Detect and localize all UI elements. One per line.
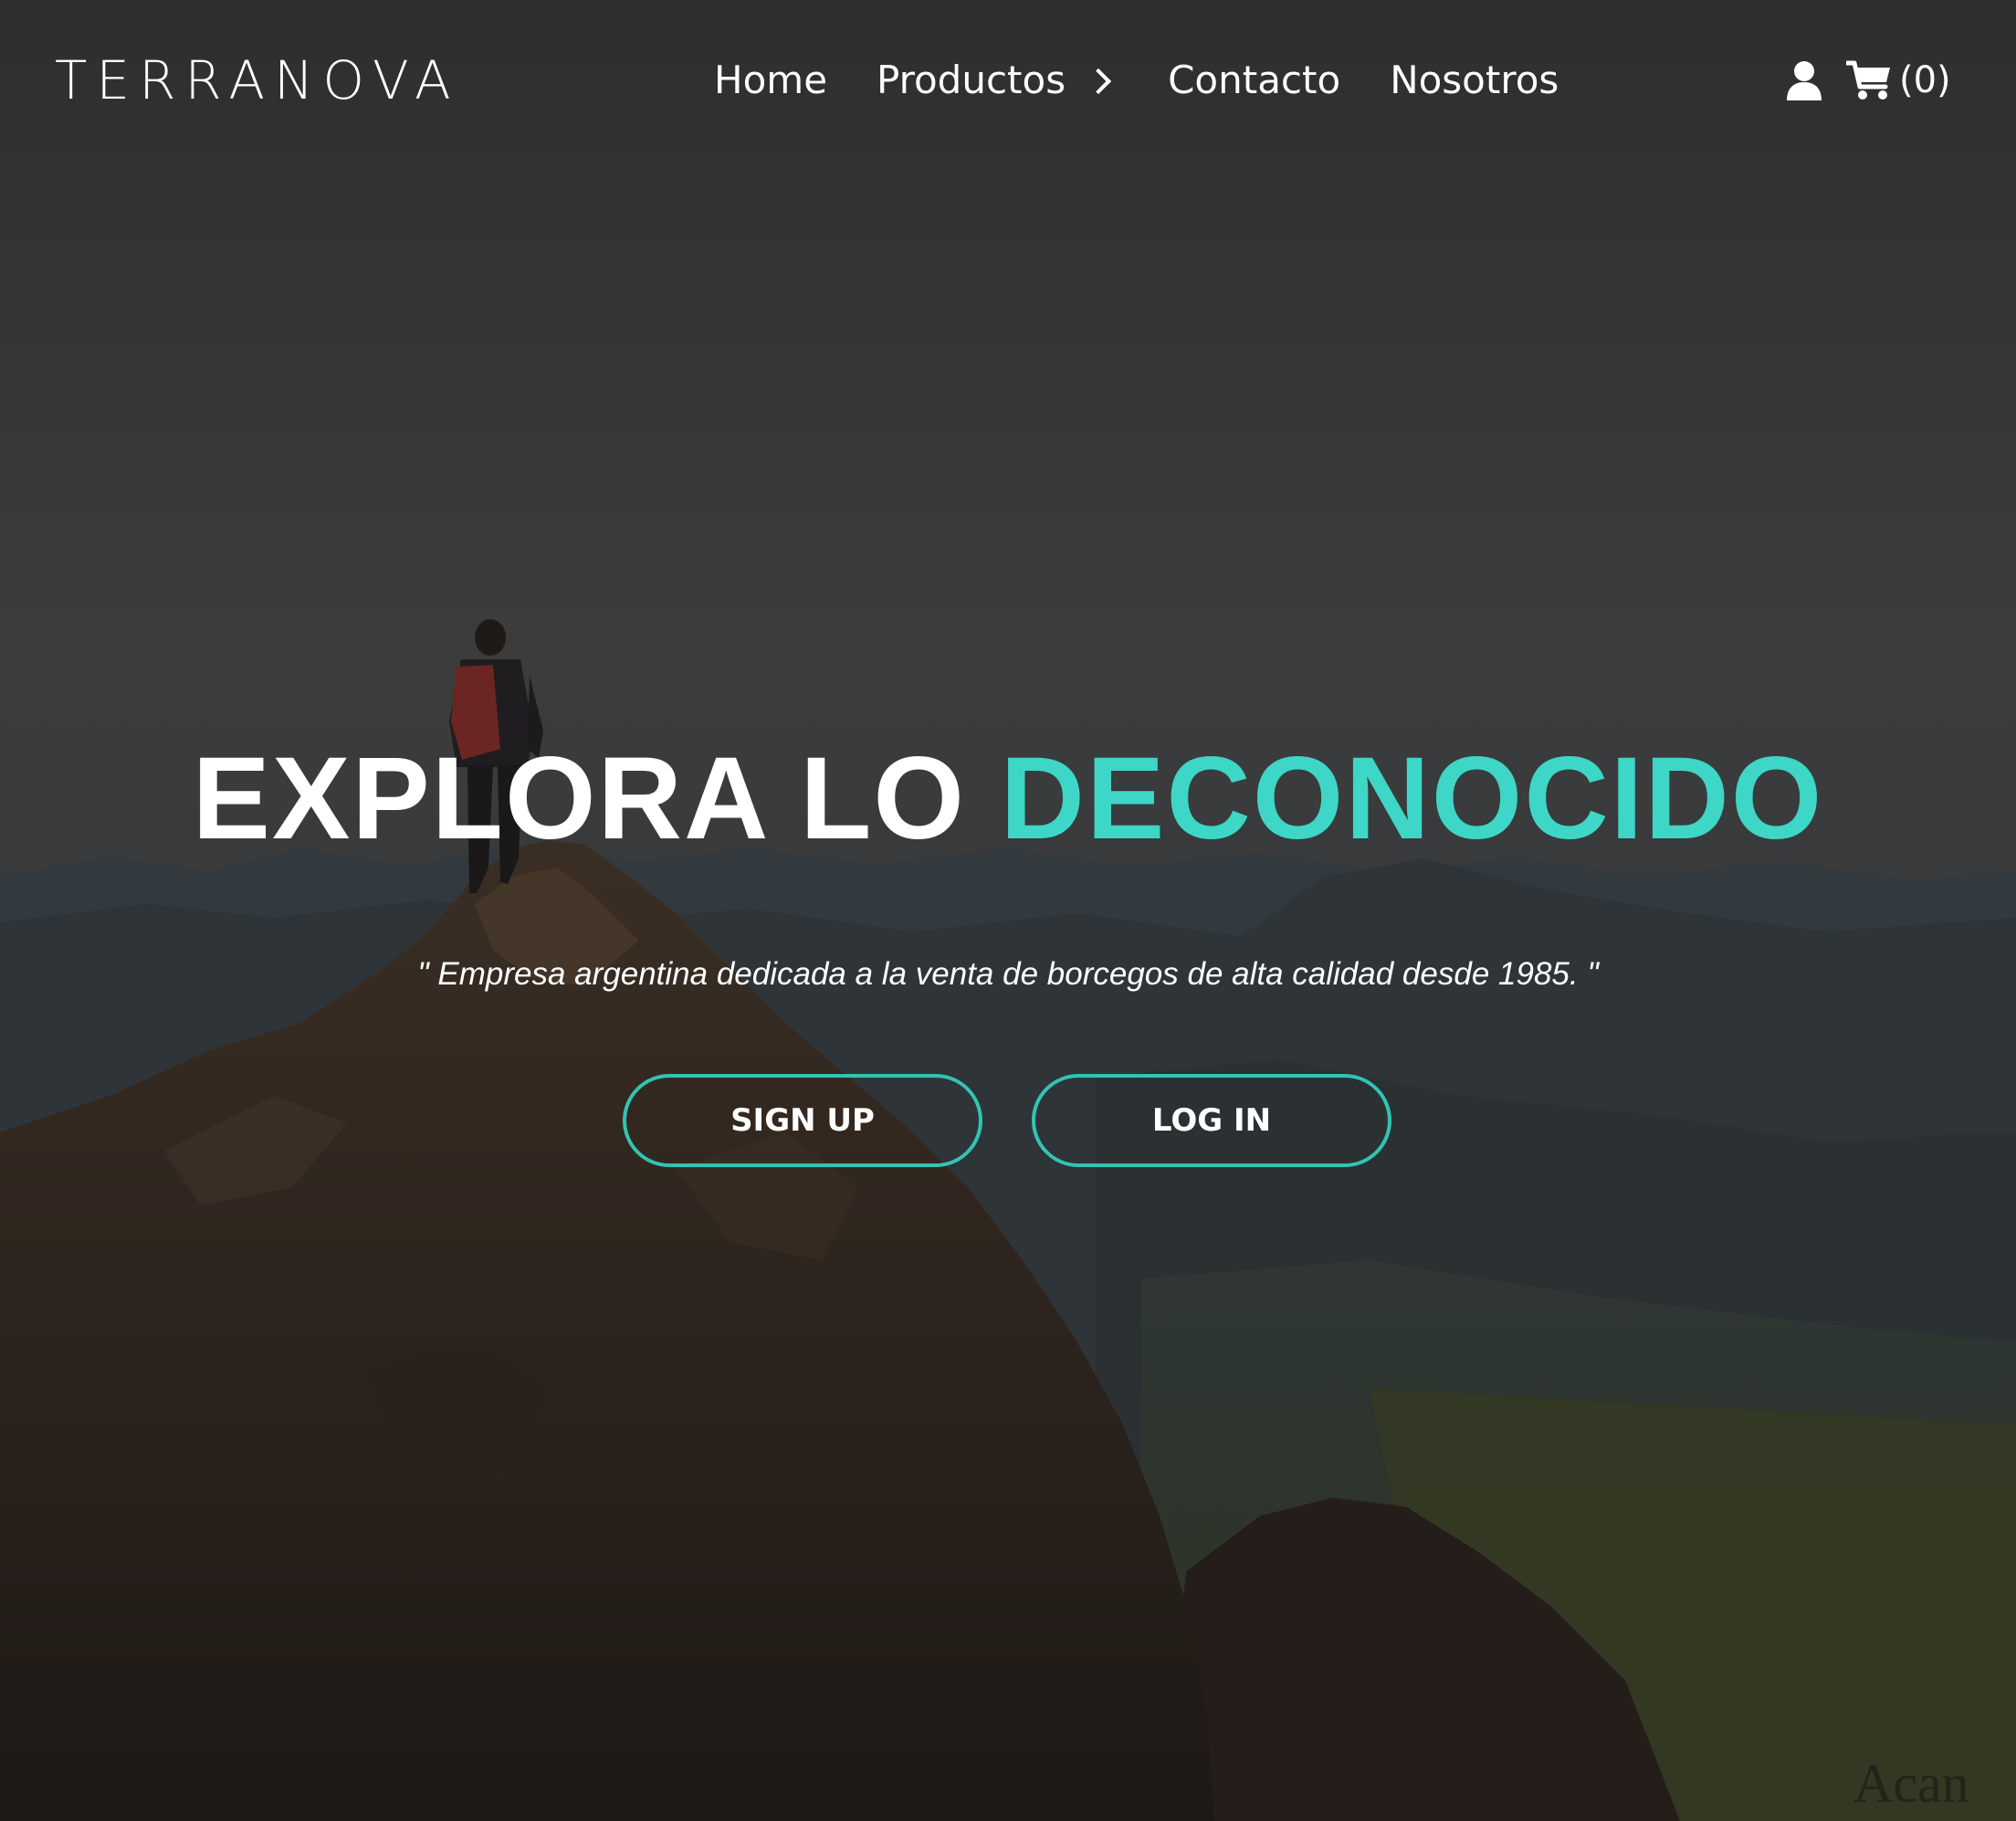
watermark-text: Acan — [1853, 1753, 1969, 1814]
brand-logo[interactable]: TERRANOVA — [55, 47, 460, 113]
cart-button[interactable]: (0) — [1846, 53, 1951, 108]
cart-icon — [1846, 59, 1892, 101]
nav-link-productos-label: Productos — [877, 58, 1066, 102]
hero-title-accent: DECONOCIDO — [1000, 733, 1824, 864]
landing-page: TERRANOVA Home Productos Contacto Nosotr… — [0, 0, 2016, 1821]
log-in-button[interactable]: LOG IN — [1032, 1074, 1391, 1167]
chevron-right-icon — [1085, 68, 1112, 95]
navbar: TERRANOVA Home Productos Contacto Nosotr… — [0, 0, 2016, 161]
cart-count: (0) — [1899, 59, 1951, 101]
sign-up-button[interactable]: SIGN UP — [623, 1074, 982, 1167]
hero-title-main: EXPLORA LO — [192, 733, 1001, 864]
hero-title: EXPLORA LO DECONOCIDO — [0, 731, 2016, 868]
nav-link-nosotros[interactable]: Nosotros — [1390, 53, 1559, 108]
nav-links: Home Productos Contacto Nosotros — [714, 53, 1559, 108]
nav-link-productos[interactable]: Productos — [877, 53, 1118, 108]
nav-link-contacto[interactable]: Contacto — [1168, 53, 1340, 108]
hero-background-image — [0, 0, 2016, 1821]
nav-actions: (0) — [1786, 53, 1951, 108]
nav-link-home[interactable]: Home — [714, 53, 827, 108]
hero-subtitle: " Empresa argentina dedicada a la venta … — [417, 956, 1599, 992]
user-icon[interactable] — [1786, 60, 1822, 100]
